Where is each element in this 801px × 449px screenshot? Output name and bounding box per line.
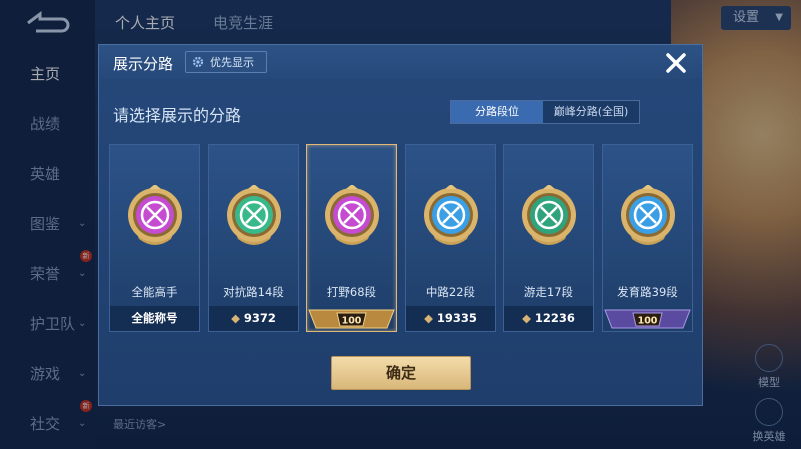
rank-plaque-value: 100 xyxy=(342,316,362,327)
lane-name: 中路22段 xyxy=(425,285,476,299)
lane-footer-text: 12236 xyxy=(534,311,575,325)
lane-display-dialog: 展示分路 优先显示 请选择展示的分路 分路段位 巅峰分路(全国) 全能高手全能称… xyxy=(98,44,703,406)
dialog-header: 展示分路 优先显示 xyxy=(99,45,702,79)
lane-emblem-icon xyxy=(522,185,576,245)
lane-footer-text: 全能称号 xyxy=(131,311,178,325)
gear-icon xyxy=(192,56,204,68)
rank-plaque-icon: 100 xyxy=(308,309,395,329)
lane-footer-text: 19335 xyxy=(436,311,477,325)
tab-peak-lane[interactable]: 巅峰分路(全国) xyxy=(543,101,639,123)
dialog-title: 展示分路 xyxy=(113,55,174,73)
lane-type-toggle: 分路段位 巅峰分路(全国) xyxy=(450,100,640,124)
lane-emblem-icon xyxy=(621,185,675,245)
confirm-button[interactable]: 确定 xyxy=(331,356,471,390)
lane-emblem-icon xyxy=(227,185,281,245)
lane-name: 对抗路14段 xyxy=(223,285,284,299)
lane-footer-text: 9372 xyxy=(243,311,276,325)
lane-emblem-icon xyxy=(128,185,182,245)
lane-name: 发育路39段 xyxy=(617,285,678,299)
lane-title-badge: 全能称号 xyxy=(110,306,199,331)
lane-emblem-icon xyxy=(424,185,478,245)
lane-card-0[interactable]: 全能高手 全能称号 xyxy=(109,144,200,332)
lane-emblem-icon xyxy=(325,185,379,245)
rank-plaque-value: 100 xyxy=(638,316,658,327)
score-crest-icon: ◆ xyxy=(424,311,433,325)
lane-name: 全能高手 xyxy=(131,285,178,299)
priority-display-label: 优先显示 xyxy=(210,56,254,69)
lane-name: 打野68段 xyxy=(326,285,377,299)
select-lane-prompt: 请选择展示的分路 xyxy=(113,106,242,125)
lane-card-5[interactable]: 发育路39段 100 xyxy=(602,144,693,332)
lane-card-4[interactable]: 游走17段 ◆ 12236 xyxy=(503,144,594,332)
lane-score: ◆ 9372 xyxy=(209,306,298,331)
score-crest-icon: ◆ xyxy=(522,311,531,325)
lane-card-1[interactable]: 对抗路14段 ◆ 9372 xyxy=(208,144,299,332)
lane-name: 游走17段 xyxy=(523,285,574,299)
lane-score: ◆ 19335 xyxy=(406,306,495,331)
tab-lane-rank[interactable]: 分路段位 xyxy=(451,101,543,123)
lane-score: ◆ 12236 xyxy=(504,306,593,331)
lane-card-2[interactable]: 打野68段 100 xyxy=(306,144,397,332)
score-crest-icon: ◆ xyxy=(231,311,240,325)
close-icon[interactable] xyxy=(662,49,690,77)
rank-plaque-icon: 100 xyxy=(604,309,691,329)
priority-display-button[interactable]: 优先显示 xyxy=(185,51,267,73)
lane-card-3[interactable]: 中路22段 ◆ 19335 xyxy=(405,144,496,332)
